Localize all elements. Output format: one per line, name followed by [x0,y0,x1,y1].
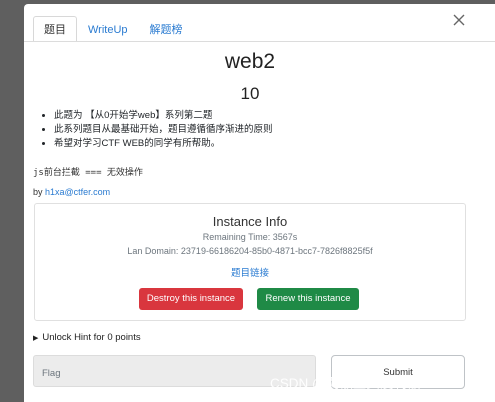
remaining-time: Remaining Time: 3567s [202,232,298,242]
instance-title: Instance Info [212,214,288,229]
description-item: 希望对学习CTF WEB的同学有所帮助。 [54,137,273,151]
renew-instance-button[interactable]: Renew this instance [257,288,359,310]
challenge-description: 此题为 【从0开始学web】系列第二题 此系列题目从最基础开始，题目遵循循序渐进… [30,109,273,151]
tab-writeup[interactable]: WriteUp [77,16,139,42]
tab-solves[interactable]: 解题榜 [139,16,194,42]
instance-info-panel: Instance Info Remaining Time: 3567s Lan … [34,203,466,321]
author-byline: by h1xa@ctfer.com [33,187,110,197]
byline-prefix: by [33,187,46,197]
description-item: 此题为 【从0开始学web】系列第二题 [54,109,273,123]
unlock-hint-label: Unlock Hint for 0 points [42,332,141,343]
tab-bar: 题目 WriteUp 解题榜 [33,16,194,42]
caret-right-icon: ▶ [33,335,39,342]
lan-domain: Lan Domain: 23719-66186204-85b0-4871-bcc… [127,246,373,256]
challenge-title: web2 [224,50,276,73]
tab-challenge[interactable]: 题目 [33,16,77,42]
author-link[interactable]: h1xa@ctfer.com [45,187,110,197]
destroy-instance-button[interactable]: Destroy this instance [139,288,243,310]
tab-divider [24,41,495,42]
unlock-hint-toggle[interactable]: ▶ Unlock Hint for 0 points [33,332,141,343]
close-icon[interactable] [452,13,466,27]
challenge-hint-text: js前台拦截 === 无效操作 [33,168,143,178]
challenge-points: 10 [240,84,260,103]
watermark: CSDN @剁椒鱼头没剁椒 [270,376,421,391]
description-item: 此系列题目从最基础开始，题目遵循循序渐进的原则 [54,123,273,137]
challenge-link[interactable]: 题目链接 [35,265,465,279]
challenge-modal: 题目 WriteUp 解题榜 web2 10 此题为 【从0开始学web】系列第… [24,4,495,402]
